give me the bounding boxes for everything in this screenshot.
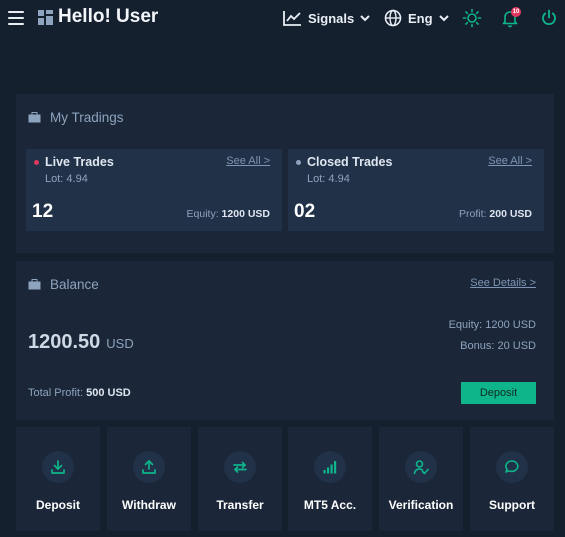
total-profit-label: Total Profit: [28, 387, 84, 399]
language-label: Eng [408, 10, 433, 26]
action-deposit[interactable]: Deposit [16, 427, 100, 531]
live-lot: Lot: 4.94 [45, 173, 88, 185]
power-icon[interactable] [539, 8, 559, 28]
action-label: MT5 Acc. [303, 498, 357, 512]
action-support[interactable]: Support [470, 427, 554, 531]
page-title: Hello! User [58, 6, 159, 27]
total-profit: Total Profit: 500 USD [28, 387, 131, 399]
chat-bubble-icon [496, 451, 528, 483]
my-tradings-panel: My Tradings Live Trades See All > Lot: 4… [16, 94, 554, 253]
closed-trades-label: Closed Trades [307, 155, 393, 169]
closed-trades-count: 02 [294, 201, 316, 222]
action-verification[interactable]: Verification [379, 427, 463, 531]
action-label: Transfer [216, 498, 264, 512]
live-see-all-link[interactable]: See All > [226, 155, 270, 167]
notification-badge: 10 [511, 7, 521, 17]
globe-icon [384, 9, 402, 27]
top-bar: Hello! User Signals Eng 10 [0, 0, 565, 36]
line-chart-icon [283, 11, 301, 26]
signals-label: Signals [308, 10, 355, 26]
closed-profit-value: 200 USD [489, 208, 532, 220]
briefcase-icon [28, 279, 41, 290]
quick-actions: Deposit Withdraw Transfer MT5 Acc. Verif… [16, 427, 554, 531]
action-withdraw[interactable]: Withdraw [107, 427, 191, 531]
language-dropdown[interactable]: Eng [384, 7, 449, 29]
action-mt5-account[interactable]: MT5 Acc. [288, 427, 372, 531]
balance-equity: Equity: 1200 USD [448, 319, 536, 331]
balance-header: Balance [28, 277, 99, 292]
download-icon [42, 451, 74, 483]
transfer-arrows-icon [224, 451, 256, 483]
my-tradings-title: My Tradings [50, 110, 124, 125]
see-details-link[interactable]: See Details > [470, 277, 536, 289]
signals-dropdown[interactable]: Signals [283, 7, 370, 29]
balance-panel: Balance See Details > 1200.50 USD Equity… [16, 261, 554, 420]
action-label: Deposit [35, 498, 80, 512]
chevron-down-icon [438, 14, 449, 21]
dashboard-grid-icon [38, 10, 53, 25]
closed-lot: Lot: 4.94 [307, 173, 350, 185]
action-label: Withdraw [122, 498, 176, 512]
my-tradings-header: My Tradings [28, 110, 124, 125]
balance-amount: 1200.50 USD [28, 331, 134, 354]
chevron-down-icon [360, 14, 370, 21]
closed-profit-label: Profit: [459, 208, 487, 220]
closed-see-all-link[interactable]: See All > [488, 155, 532, 167]
balance-value: 1200.50 [28, 331, 101, 353]
closed-trades-title: Closed Trades [296, 155, 392, 169]
briefcase-icon [28, 112, 41, 123]
live-equity: Equity: 1200 USD [187, 208, 270, 220]
live-equity-label: Equity: [186, 208, 219, 220]
action-label: Verification [388, 498, 454, 512]
deposit-button[interactable]: Deposit [461, 382, 536, 404]
closed-profit: Profit: 200 USD [459, 208, 532, 220]
signal-bars-icon [314, 451, 346, 483]
menu-icon[interactable] [8, 11, 24, 25]
total-profit-value: 500 USD [86, 387, 131, 399]
action-transfer[interactable]: Transfer [198, 427, 282, 531]
balance-currency: USD [106, 336, 134, 351]
live-equity-value: 1200 USD [221, 208, 270, 220]
live-trades-title: Live Trades [34, 155, 114, 169]
live-status-dot [34, 159, 39, 165]
live-trades-card: Live Trades See All > Lot: 4.94 12 Equit… [26, 149, 282, 231]
closed-status-dot [296, 159, 301, 165]
live-trades-count: 12 [32, 201, 54, 222]
closed-trades-card: Closed Trades See All > Lot: 4.94 02 Pro… [288, 149, 544, 231]
upload-icon [133, 451, 165, 483]
theme-sun-icon[interactable] [462, 8, 482, 28]
balance-title: Balance [50, 277, 99, 292]
user-check-icon [405, 451, 437, 483]
action-label: Support [489, 498, 535, 512]
balance-bonus: Bonus: 20 USD [460, 340, 536, 352]
live-trades-label: Live Trades [45, 155, 114, 169]
